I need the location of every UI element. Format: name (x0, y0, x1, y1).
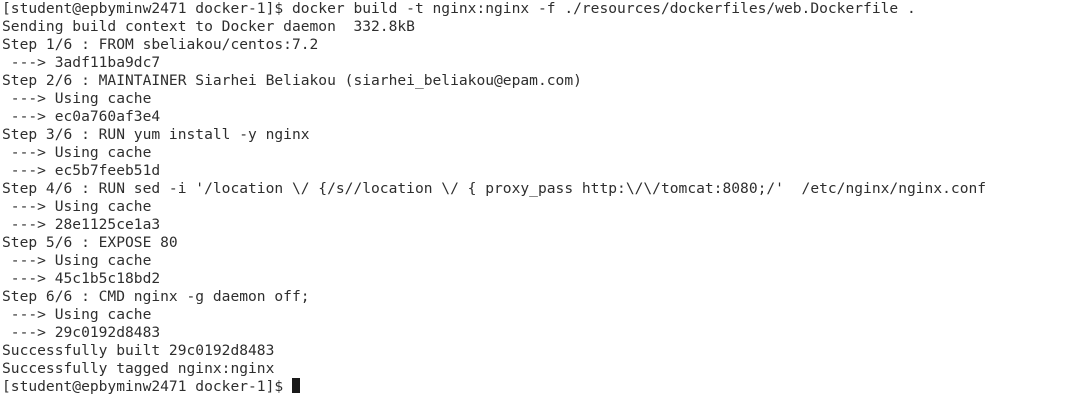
output-line: ---> ec0a760af3e4 (2, 108, 161, 125)
shell-prompt: [student@epbyminw2471 docker-1]$ (2, 378, 292, 395)
terminal-window[interactable]: [student@epbyminw2471 docker-1]$ docker … (0, 0, 1067, 404)
output-line: ---> Using cache (2, 198, 152, 215)
output-line: [student@epbyminw2471 docker-1]$ docker … (2, 0, 916, 17)
text-cursor (291, 378, 300, 393)
output-line: ---> Using cache (2, 90, 152, 107)
output-line: ---> ec5b7feeb51d (2, 162, 161, 179)
prompt-line[interactable]: [student@epbyminw2471 docker-1]$ (2, 378, 1067, 396)
output-line: ---> 29c0192d8483 (2, 324, 161, 341)
output-line: Step 2/6 : MAINTAINER Siarhei Beliakou (… (2, 72, 582, 89)
output-line: ---> Using cache (2, 306, 152, 323)
output-line: Step 1/6 : FROM sbeliakou/centos:7.2 (2, 36, 319, 53)
output-line: ---> 45c1b5c18bd2 (2, 270, 161, 287)
output-line: Step 4/6 : RUN sed -i '/location \/ {/s/… (2, 180, 987, 197)
output-line: Step 6/6 : CMD nginx -g daemon off; (2, 288, 310, 305)
output-line: Successfully tagged nginx:nginx (2, 360, 275, 377)
output-line: ---> Using cache (2, 252, 152, 269)
output-line: Step 5/6 : EXPOSE 80 (2, 234, 178, 251)
output-line: ---> 3adf11ba9dc7 (2, 54, 161, 71)
output-line: Sending build context to Docker daemon 3… (2, 18, 415, 35)
terminal-output: [student@epbyminw2471 docker-1]$ docker … (2, 0, 1067, 378)
output-line: Successfully built 29c0192d8483 (2, 342, 275, 359)
output-line: ---> Using cache (2, 144, 152, 161)
output-line: Step 3/6 : RUN yum install -y nginx (2, 126, 310, 143)
output-line: ---> 28e1125ce1a3 (2, 216, 161, 233)
